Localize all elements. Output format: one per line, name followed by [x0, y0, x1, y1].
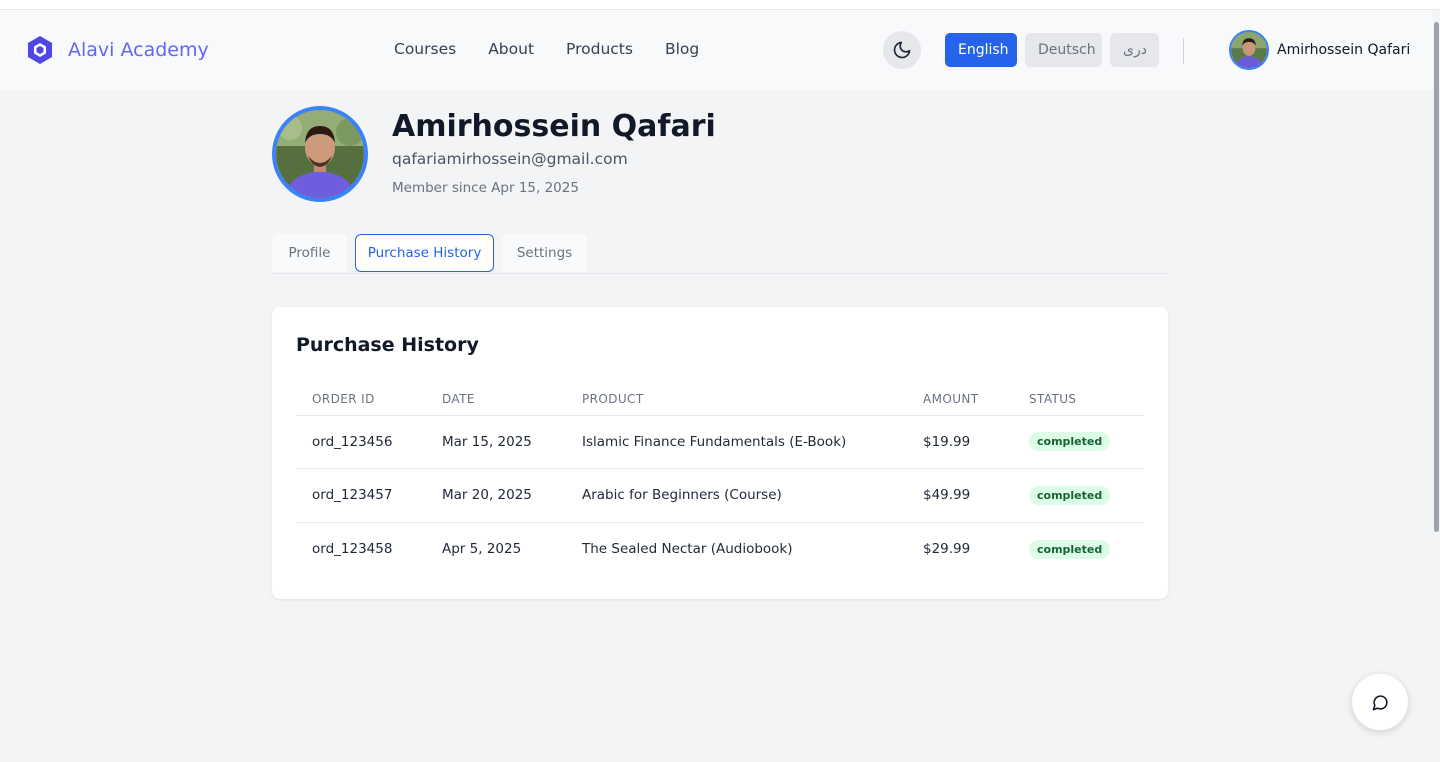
card-title: Purchase History: [296, 334, 479, 356]
status-cell: completed: [1013, 468, 1144, 523]
nav-about[interactable]: About: [488, 40, 534, 58]
column-header-status: STATUS: [1013, 383, 1144, 416]
nav-products[interactable]: Products: [566, 40, 633, 58]
scrollbar-thumb[interactable]: [1434, 22, 1439, 532]
site-header: Alavi Academy Courses About Products Blo…: [0, 10, 1433, 90]
table-row: ord_123457 Mar 20, 2025 Arabic for Begin…: [296, 468, 1144, 523]
hexagon-logo-icon: [28, 36, 52, 64]
nav-blog[interactable]: Blog: [665, 40, 699, 58]
status-badge: completed: [1029, 432, 1111, 452]
status-cell: completed: [1013, 415, 1144, 469]
profile-email: qafariamirhossein@gmail.com: [392, 150, 628, 168]
column-header-date: DATE: [426, 383, 566, 416]
product-cell: The Sealed Nectar (Audiobook): [582, 541, 793, 557]
language-english-button[interactable]: English: [945, 33, 1017, 67]
column-header-amount: AMOUNT: [907, 383, 1013, 416]
status-cell: completed: [1013, 522, 1144, 576]
column-header-order-id: ORDER ID: [296, 383, 426, 416]
product-cell: Arabic for Beginners (Course): [566, 468, 907, 523]
product-cell: Islamic Finance Fundamentals (E-Book): [566, 415, 907, 469]
order-id-cell: ord_123457: [296, 468, 426, 523]
language-dari-button[interactable]: دری: [1110, 33, 1159, 67]
moon-icon: [893, 41, 911, 59]
date-cell: Apr 5, 2025: [442, 541, 522, 557]
purchase-history-card: Purchase History ORDER ID DATE PRODUCT A…: [272, 307, 1168, 599]
user-name: Amirhossein Qafari: [1277, 42, 1411, 58]
member-since: Member since Apr 15, 2025: [392, 180, 579, 196]
header-divider: [1183, 38, 1184, 64]
theme-toggle-button[interactable]: [883, 31, 921, 69]
amount-cell: $49.99: [907, 468, 1013, 523]
table-row: ord_123458 Apr 5, 2025 The Sealed Nectar…: [296, 522, 1144, 576]
table-header-row: ORDER ID DATE PRODUCT AMOUNT STATUS: [296, 383, 1144, 416]
amount-cell: $29.99: [923, 541, 971, 557]
amount-cell: $19.99: [907, 415, 1013, 469]
main-nav: Courses About Products Blog: [394, 40, 699, 58]
order-id-cell: ord_123458: [312, 541, 393, 557]
tab-profile[interactable]: Profile: [272, 234, 347, 272]
date-cell: Mar 15, 2025: [426, 415, 566, 469]
purchase-table: ORDER ID DATE PRODUCT AMOUNT STATUS ord_…: [296, 383, 1144, 576]
tab-purchase-history[interactable]: Purchase History: [355, 234, 494, 272]
language-deutsch-button[interactable]: Deutsch: [1025, 33, 1102, 67]
profile-avatar: [272, 106, 368, 202]
profile-name: Amirhossein Qafari: [392, 109, 716, 144]
brand-logo[interactable]: Alavi Academy: [26, 35, 209, 65]
column-header-product: PRODUCT: [566, 383, 907, 416]
chat-bubble-icon: [1372, 694, 1388, 710]
avatar: [1229, 30, 1269, 70]
profile-tabs: Profile Purchase History Settings: [272, 234, 1168, 274]
order-id-cell: ord_123456: [296, 415, 426, 469]
status-badge: completed: [1029, 485, 1111, 505]
nav-courses[interactable]: Courses: [394, 40, 456, 58]
browser-top-strip: [0, 0, 1440, 10]
chat-button[interactable]: [1352, 674, 1408, 730]
user-menu[interactable]: Amirhossein Qafari: [1229, 30, 1410, 70]
table-row: ord_123456 Mar 15, 2025 Islamic Finance …: [296, 415, 1144, 469]
page-scrollbar[interactable]: [1433, 10, 1440, 762]
date-cell: Mar 20, 2025: [426, 468, 566, 523]
status-badge: completed: [1029, 539, 1111, 559]
brand-name: Alavi Academy: [68, 39, 209, 61]
tab-settings[interactable]: Settings: [502, 234, 587, 272]
